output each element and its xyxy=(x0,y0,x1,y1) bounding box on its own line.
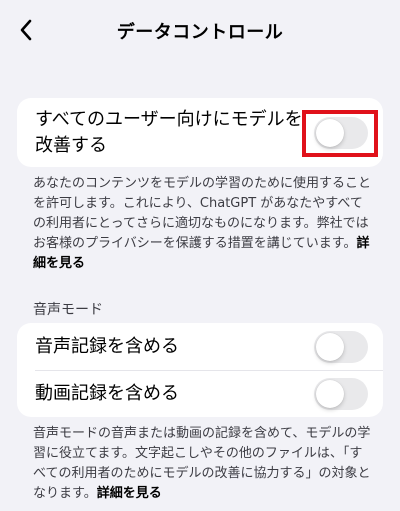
include-audio-row: 音声記録を含める xyxy=(17,323,383,371)
page-title: データコントロール xyxy=(116,22,284,43)
include-video-row: 動画記録を含める xyxy=(17,370,383,417)
improve-model-label: すべてのユーザー向けにモデルを改善する xyxy=(35,109,303,156)
voice-mode-section-header: 音声モード xyxy=(33,302,103,318)
toggle-knob xyxy=(316,380,344,408)
include-audio-label: 音声記録を含める xyxy=(35,336,179,357)
voice-learn-more-link[interactable]: 詳細を見る xyxy=(97,486,162,501)
include-video-toggle[interactable] xyxy=(314,378,368,410)
voice-mode-description-text: 音声モードの音声または動画の記録を含めて、モデルの学習に役立てます。文字起こしや… xyxy=(33,426,371,501)
highlight-annotation xyxy=(302,110,378,157)
improve-model-description: あなたのコンテンツをモデルの学習のために使用することを許可します。これにより、C… xyxy=(33,174,373,274)
include-audio-toggle[interactable] xyxy=(314,331,368,363)
toggle-knob xyxy=(316,333,344,361)
improve-model-description-text: あなたのコンテンツをモデルの学習のために使用することを許可します。これにより、C… xyxy=(33,176,372,251)
include-video-label: 動画記録を含める xyxy=(35,383,179,404)
voice-mode-card: 音声記録を含める 動画記録を含める xyxy=(17,323,383,417)
voice-mode-description: 音声モードの音声または動画の記録を含めて、モデルの学習に役立てます。文字起こしや… xyxy=(33,424,373,504)
navigation-bar: データコントロール xyxy=(0,0,400,64)
